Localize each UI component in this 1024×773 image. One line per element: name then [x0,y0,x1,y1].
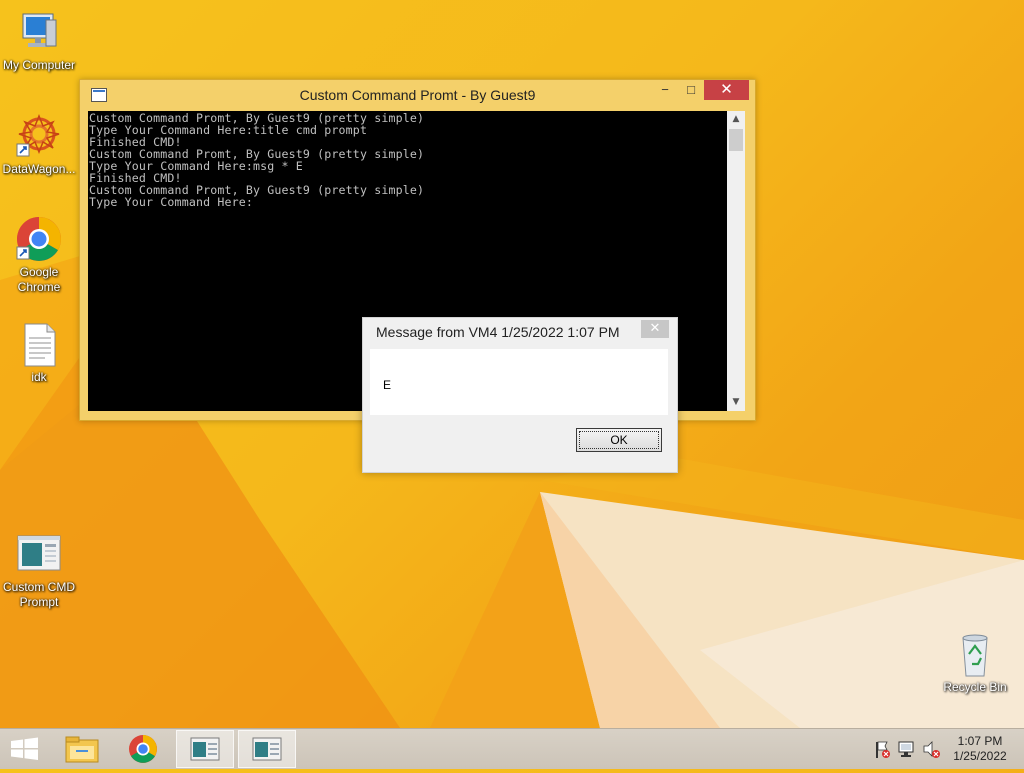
taskbar-clock[interactable]: 1:07 PM 1/25/2022 [942,734,1018,764]
desktop-icon-label: DataWagon... [2,162,76,176]
app-window-icon [15,530,63,578]
custom-cmd-icon [252,737,282,761]
dialog-body: E [370,349,668,415]
clock-time: 1:07 PM [957,734,1003,748]
text-file-icon [15,320,63,368]
desktop-icon-label: Custom CMD Prompt [2,580,75,609]
desktop-icon-label: idk [31,370,47,384]
action-center-tray[interactable] [872,729,892,769]
window-title-bar[interactable]: Custom Command Promt - By Guest9 − □ ✕ [80,80,755,110]
custom-cmd-icon [190,737,220,761]
ok-button[interactable]: OK [576,428,662,452]
scroll-down-arrow-icon[interactable]: ▼ [727,394,745,411]
taskbar-chrome[interactable] [115,730,171,768]
file-explorer-icon [65,736,99,763]
console-prompt-line: Type Your Command Here: [89,195,253,209]
desktop-icon-my-computer[interactable]: My Computer [0,8,78,73]
network-tray[interactable] [896,729,918,769]
scrollbar-thumb[interactable] [729,129,743,151]
dialog-title: Message from VM4 1/25/2022 1:07 PM [376,324,620,340]
taskbar-custom-cmd-window-2[interactable] [238,730,296,768]
taskbar: 1:07 PM 1/25/2022 [0,728,1024,769]
desktop-icon-label: Recycle Bin [943,680,1007,694]
recycle-bin-icon [951,630,999,678]
chrome-icon [129,735,157,763]
maximize-button[interactable]: □ [678,80,704,100]
volume-tray[interactable] [921,729,941,769]
desktop-icon-idk[interactable]: idk [0,320,78,385]
dialog-close-button[interactable]: ✕ [641,320,669,338]
desktop-icon-label: My Computer [2,58,76,72]
taskbar-custom-cmd-window-1[interactable] [176,730,234,768]
network-icon [898,741,914,757]
desktop-icon-google-chrome[interactable]: Google Chrome [0,215,78,295]
dialog-message: E [383,378,392,392]
taskbar-file-explorer[interactable] [54,730,110,768]
computer-icon [15,8,63,56]
desktop-icon-datawagon[interactable]: DataWagon... [0,112,78,177]
start-button[interactable] [0,730,56,768]
desktop-icon-label: Google Chrome [17,265,61,294]
minimize-button[interactable]: − [652,80,678,100]
chrome-icon [15,215,63,263]
desktop-icon-custom-cmd-prompt[interactable]: Custom CMD Prompt [0,530,78,610]
start-icon [11,737,38,760]
scroll-up-arrow-icon[interactable]: ▲ [727,111,745,128]
close-button[interactable]: ✕ [704,80,749,100]
desktop-icon-recycle-bin[interactable]: Recycle Bin [936,630,1014,695]
message-dialog[interactable]: Message from VM4 1/25/2022 1:07 PM ✕ E O… [362,317,678,473]
action-center-flag-icon [876,741,890,758]
vertical-scrollbar[interactable]: ▲ ▼ [727,111,745,411]
volume-muted-icon [923,741,940,758]
datawagon-icon [15,112,63,160]
clock-date: 1/25/2022 [953,749,1007,763]
